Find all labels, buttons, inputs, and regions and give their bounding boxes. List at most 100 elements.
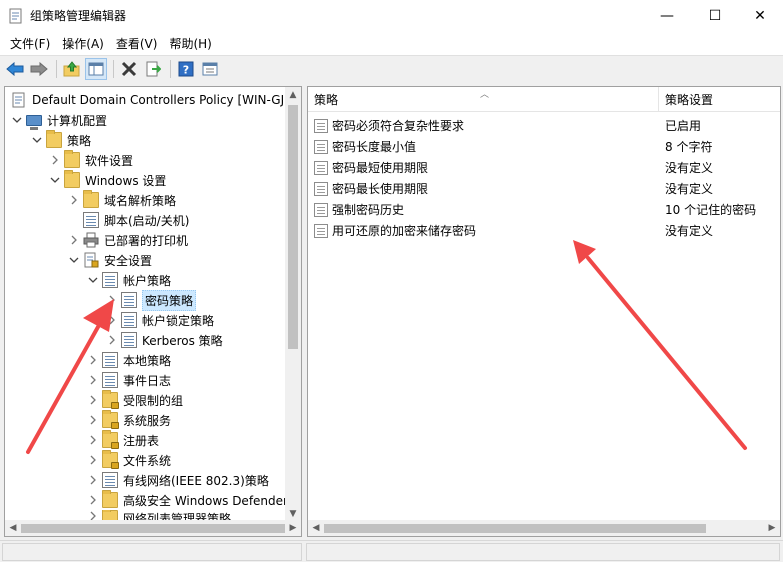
chevron-down-icon[interactable] bbox=[87, 274, 99, 286]
chevron-right-icon[interactable] bbox=[106, 314, 118, 326]
tree-node-computer-config[interactable]: 计算机配置 bbox=[11, 110, 107, 130]
policy-list-pane[interactable]: 策略 ︿ 策略设置 密码必须符合复杂性要求 已启用 密码长度最小值 8 个字符 … bbox=[307, 86, 781, 537]
chevron-right-icon[interactable] bbox=[106, 294, 118, 306]
tree-node-system-services[interactable]: 系统服务 bbox=[87, 410, 171, 430]
chevron-right-icon[interactable] bbox=[87, 494, 99, 506]
list-item[interactable]: 密码最短使用期限 没有定义 bbox=[308, 157, 780, 178]
show-tree-button[interactable] bbox=[85, 58, 107, 80]
tree-vertical-scroll-thumb[interactable] bbox=[288, 105, 298, 349]
menu-action[interactable]: 操作(A) bbox=[56, 35, 110, 52]
tree-node-registry[interactable]: 注册表 bbox=[87, 430, 159, 450]
toolbar-separator bbox=[113, 60, 114, 78]
scroll-left-icon[interactable]: ◀ bbox=[308, 520, 324, 536]
tree-horizontal-scroll-thumb[interactable] bbox=[21, 524, 285, 533]
scroll-left-icon[interactable]: ◀ bbox=[5, 520, 21, 536]
column-header-label: 策略设置 bbox=[665, 93, 714, 107]
policy-icon bbox=[11, 92, 27, 108]
chevron-right-icon[interactable] bbox=[68, 194, 80, 206]
tree-node-deployed-printers[interactable]: 已部署的打印机 bbox=[68, 230, 188, 250]
menu-help[interactable]: 帮助(H) bbox=[163, 35, 217, 52]
forward-button[interactable] bbox=[28, 58, 50, 80]
minimize-icon: — bbox=[660, 7, 674, 24]
tree-node-kerberos-policy[interactable]: Kerberos 策略 bbox=[106, 330, 223, 350]
tree-node-label: 脚本(启动/关机) bbox=[104, 213, 190, 228]
list-horizontal-scrollbar[interactable]: ◀ ▶ bbox=[308, 520, 780, 536]
properties-button[interactable] bbox=[199, 58, 221, 80]
scroll-up-icon[interactable]: ▲ bbox=[285, 87, 301, 103]
tree-node-gpo-root[interactable]: Default Domain Controllers Policy [WIN-G… bbox=[11, 90, 291, 110]
export-list-button[interactable] bbox=[142, 58, 164, 80]
tree-node-label: 已部署的打印机 bbox=[104, 233, 189, 248]
tree-node-name-resolution-policy[interactable]: 域名解析策略 bbox=[68, 190, 176, 210]
policy-setting-value: 没有定义 bbox=[665, 224, 714, 238]
list-header: 策略 ︿ 策略设置 bbox=[308, 87, 780, 112]
tree-node-windows-settings[interactable]: Windows 设置 bbox=[49, 170, 166, 190]
policy-icon bbox=[121, 292, 137, 308]
scroll-right-icon[interactable]: ▶ bbox=[764, 520, 780, 536]
tree-node-file-system[interactable]: 文件系统 bbox=[87, 450, 171, 470]
window-title: 组策略管理编辑器 bbox=[30, 9, 127, 23]
tree-node-event-log[interactable]: 事件日志 bbox=[87, 370, 171, 390]
tree-node-account-policies[interactable]: 帐户策略 bbox=[87, 270, 171, 290]
maximize-button[interactable]: ☐ bbox=[692, 0, 738, 31]
delete-button[interactable] bbox=[118, 58, 140, 80]
tree-node-account-lockout-policy[interactable]: 帐户锁定策略 bbox=[106, 310, 214, 330]
list-horizontal-scroll-thumb[interactable] bbox=[324, 524, 706, 533]
tree-node-restricted-groups[interactable]: 受限制的组 bbox=[87, 390, 183, 410]
tree-node-label: 密码策略 bbox=[142, 289, 197, 311]
list-item[interactable]: 密码必须符合复杂性要求 已启用 bbox=[308, 115, 780, 136]
tree-node-local-policies[interactable]: 本地策略 bbox=[87, 350, 171, 370]
policy-icon bbox=[102, 372, 118, 388]
policy-setting-icon bbox=[314, 223, 328, 238]
tree-node-label: 高级安全 Windows Defender bbox=[123, 493, 288, 508]
chevron-down-icon[interactable] bbox=[31, 134, 43, 146]
security-settings-icon bbox=[83, 252, 99, 268]
title-bar: 组策略管理编辑器 — ☐ ✕ bbox=[0, 0, 783, 31]
help-button[interactable]: ? bbox=[175, 58, 197, 80]
tree-horizontal-scrollbar[interactable]: ◀ ▶ bbox=[5, 520, 301, 536]
chevron-right-icon[interactable] bbox=[68, 234, 80, 246]
list-item[interactable]: 密码最长使用期限 没有定义 bbox=[308, 178, 780, 199]
tree-node-windows-defender-firewall[interactable]: 高级安全 Windows Defender bbox=[87, 490, 288, 510]
chevron-down-icon[interactable] bbox=[68, 254, 80, 266]
tree-node-software-settings[interactable]: 软件设置 bbox=[49, 150, 133, 170]
scroll-right-icon[interactable]: ▶ bbox=[285, 520, 301, 536]
chevron-right-icon[interactable] bbox=[87, 434, 99, 446]
policy-icon bbox=[121, 332, 137, 348]
minimize-button[interactable]: — bbox=[644, 0, 690, 31]
chevron-down-icon[interactable] bbox=[11, 114, 23, 126]
list-item[interactable]: 用可还原的加密来储存密码 没有定义 bbox=[308, 220, 780, 241]
menu-file[interactable]: 文件(F) bbox=[4, 35, 56, 52]
list-item[interactable]: 强制密码历史 10 个记住的密码 bbox=[308, 199, 780, 220]
tree-node-label: 注册表 bbox=[123, 433, 160, 448]
chevron-right-icon[interactable] bbox=[87, 454, 99, 466]
back-button[interactable] bbox=[4, 58, 26, 80]
tree-node-security-settings[interactable]: 安全设置 bbox=[68, 250, 152, 270]
tree-node-password-policy[interactable]: 密码策略 bbox=[106, 289, 197, 311]
chevron-right-icon[interactable] bbox=[87, 474, 99, 486]
chevron-right-icon[interactable] bbox=[87, 354, 99, 366]
tree-node-scripts[interactable]: 脚本(启动/关机) bbox=[83, 210, 189, 230]
tree-node-label: 有线网络(IEEE 802.3)策略 bbox=[123, 473, 269, 488]
export-icon bbox=[146, 61, 161, 77]
chevron-right-icon[interactable] bbox=[106, 334, 118, 346]
tree-node-policies[interactable]: 策略 bbox=[31, 130, 91, 150]
policy-setting-icon bbox=[314, 139, 328, 154]
tree-node-label: 计算机配置 bbox=[47, 113, 108, 128]
tree-node-wired-network-policy[interactable]: 有线网络(IEEE 802.3)策略 bbox=[87, 470, 269, 490]
chevron-right-icon[interactable] bbox=[87, 394, 99, 406]
tree-vertical-scrollbar[interactable]: ▲ ▼ bbox=[285, 87, 301, 522]
chevron-right-icon[interactable] bbox=[87, 374, 99, 386]
column-header-setting[interactable]: 策略设置 bbox=[659, 87, 780, 112]
list-item[interactable]: 密码长度最小值 8 个字符 bbox=[308, 136, 780, 157]
policy-name: 密码最短使用期限 bbox=[332, 161, 429, 175]
chevron-down-icon[interactable] bbox=[49, 174, 61, 186]
close-button[interactable]: ✕ bbox=[737, 0, 783, 31]
console-tree-pane[interactable]: Default Domain Controllers Policy [WIN-G… bbox=[4, 86, 302, 537]
up-level-button[interactable] bbox=[61, 58, 83, 80]
menu-view[interactable]: 查看(V) bbox=[110, 35, 164, 52]
tree-node-label: 本地策略 bbox=[123, 353, 172, 368]
chevron-right-icon[interactable] bbox=[49, 154, 61, 166]
computer-icon bbox=[26, 115, 42, 130]
chevron-right-icon[interactable] bbox=[87, 414, 99, 426]
